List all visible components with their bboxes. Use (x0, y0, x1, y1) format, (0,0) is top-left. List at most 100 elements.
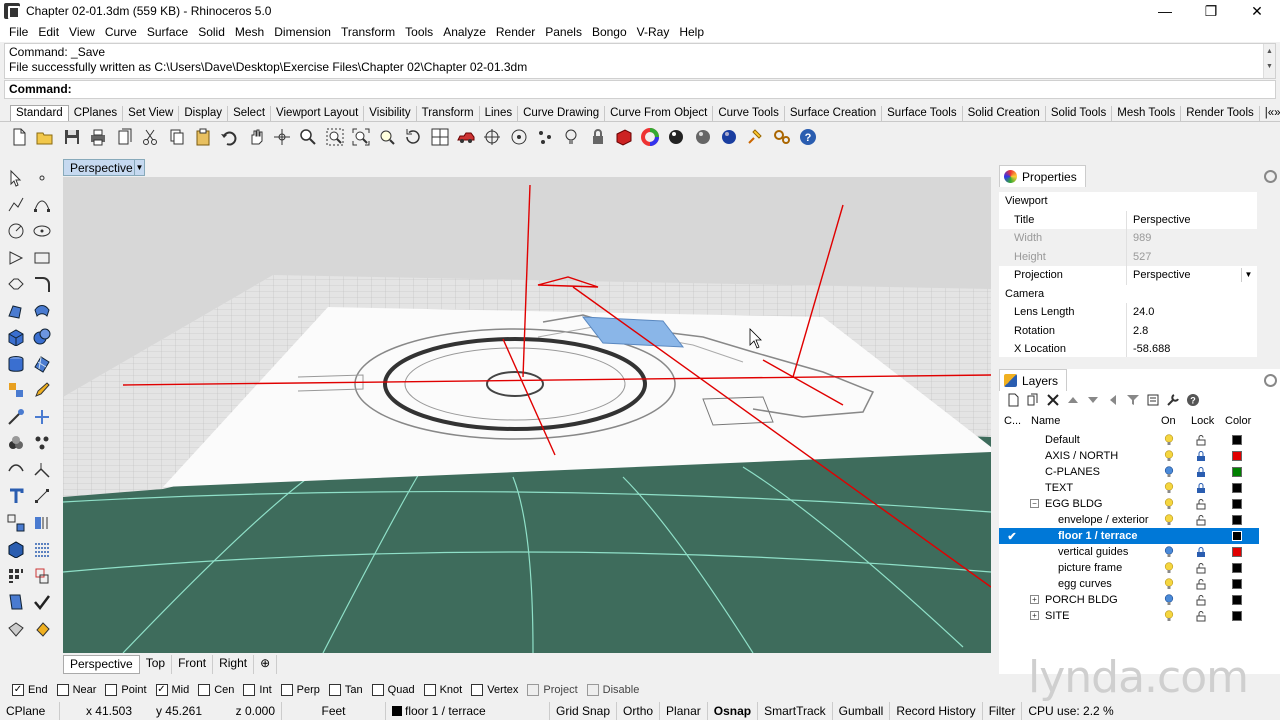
grid-points-icon[interactable] (3, 564, 29, 588)
layer-row[interactable]: + PORCH BLDG (999, 592, 1259, 608)
minimize-button[interactable]: — (1142, 0, 1188, 22)
ortho-toggle[interactable]: Ortho (617, 702, 661, 720)
osnap-perp-checkbox[interactable]: Perp (280, 684, 320, 696)
layer-row-current[interactable]: ✔ floor 1 / terrace (999, 528, 1259, 544)
gear-icon[interactable] (1264, 170, 1277, 183)
copy-icon[interactable] (166, 126, 188, 148)
zoom-window-icon[interactable] (324, 126, 346, 148)
render-box-icon[interactable] (3, 537, 29, 561)
import-icon[interactable] (113, 126, 135, 148)
layer-row[interactable]: picture frame (999, 560, 1259, 576)
layer-row[interactable]: C-PLANES (999, 464, 1259, 480)
hatch-icon[interactable] (29, 537, 55, 561)
layout-icon[interactable] (3, 590, 29, 614)
polyline-icon[interactable] (3, 193, 29, 217)
split-icon[interactable] (3, 458, 29, 482)
menu-vray[interactable]: V-Ray (632, 25, 675, 39)
move-down-icon[interactable] (1083, 391, 1103, 409)
layer-row[interactable]: AXIS / NORTH (999, 448, 1259, 464)
osnap-vertex-checkbox[interactable]: Vertex (471, 684, 518, 696)
box-solid-icon[interactable] (3, 325, 29, 349)
lightbulb-on-icon[interactable] (1164, 562, 1174, 574)
tab-surface-tools[interactable]: Surface Tools (882, 106, 963, 121)
menu-dimension[interactable]: Dimension (269, 25, 336, 39)
zoom-extents-icon[interactable] (350, 126, 372, 148)
undo-icon[interactable] (218, 126, 240, 148)
cut-icon[interactable] (139, 126, 161, 148)
osnap-quad-checkbox[interactable]: Quad (371, 684, 415, 696)
x-location-field[interactable]: -58.688 (1127, 340, 1257, 357)
osnap-end-checkbox[interactable]: ✓ End (12, 684, 48, 696)
osnap-toggle[interactable]: Osnap (708, 702, 759, 720)
chevron-down-icon[interactable]: ▼ (1241, 268, 1255, 282)
column-lock[interactable]: Lock (1191, 415, 1214, 427)
lightbulb-on-icon[interactable] (1164, 450, 1174, 462)
layer-row[interactable]: Default (999, 432, 1259, 448)
lightbulb-off-icon[interactable] (1164, 546, 1174, 558)
column-on[interactable]: On (1161, 415, 1176, 427)
layer-color-swatch[interactable] (1232, 579, 1242, 589)
layer-color-swatch[interactable] (1232, 531, 1242, 541)
lightbulb-off-icon[interactable] (1164, 466, 1174, 478)
zoom-icon[interactable] (297, 126, 319, 148)
layer-row[interactable]: + SITE (999, 608, 1259, 624)
column-current[interactable]: C... (1004, 415, 1021, 427)
tab-render-tools[interactable]: Render Tools (1181, 106, 1260, 121)
pencil-icon[interactable] (29, 378, 55, 402)
explode-icon[interactable] (29, 431, 55, 455)
lock-icon[interactable] (1196, 482, 1206, 494)
delete-layer-icon[interactable] (1043, 391, 1063, 409)
filter-icon[interactable] (1123, 391, 1143, 409)
tab-transform[interactable]: Transform (417, 106, 480, 121)
layer-color-swatch[interactable] (1232, 499, 1242, 509)
osnap-icon[interactable] (481, 126, 503, 148)
unlock-icon[interactable] (1196, 594, 1206, 606)
new-icon[interactable] (8, 126, 30, 148)
tab-curve-tools[interactable]: Curve Tools (713, 106, 785, 121)
lightbulb-on-icon[interactable] (1164, 610, 1174, 622)
layer-color-swatch[interactable] (1232, 611, 1242, 621)
menu-panels[interactable]: Panels (540, 25, 587, 39)
light-icon[interactable] (560, 126, 582, 148)
lightbulb-on-icon[interactable] (1164, 514, 1174, 526)
lens-length-field[interactable]: 24.0 (1127, 303, 1257, 322)
curve-network-icon[interactable] (29, 564, 55, 588)
units-indicator[interactable]: Feet (282, 702, 386, 720)
column-name[interactable]: Name (1031, 415, 1060, 427)
sphere-gray-icon[interactable] (692, 126, 714, 148)
open-icon[interactable] (34, 126, 56, 148)
pan-icon[interactable] (245, 126, 267, 148)
expand-toggle[interactable]: + (1030, 611, 1039, 620)
box-render-icon[interactable] (613, 126, 635, 148)
viewport-title[interactable]: Perspective ▼ (63, 159, 145, 176)
layer-color-swatch[interactable] (1232, 467, 1242, 477)
viewport-title-field[interactable]: Perspective (1127, 211, 1257, 230)
shade-icon[interactable] (3, 617, 29, 641)
join-icon[interactable] (29, 458, 55, 482)
paste-icon[interactable] (192, 126, 214, 148)
menu-analyze[interactable]: Analyze (438, 25, 491, 39)
current-layer-indicator[interactable]: floor 1 / terrace (386, 702, 550, 720)
add-viewport-tab-icon[interactable]: ⊕ (254, 655, 278, 674)
smarttrack-toggle[interactable]: SmartTrack (758, 702, 833, 720)
tab-overflow[interactable]: |«» (1260, 106, 1280, 121)
tab-lines[interactable]: Lines (480, 106, 519, 121)
tab-front[interactable]: Front (172, 655, 214, 674)
tab-curve-from-object[interactable]: Curve From Object (605, 106, 714, 121)
new-layer-icon[interactable] (1003, 391, 1023, 409)
osnap-disable-checkbox[interactable]: Disable (586, 684, 639, 696)
layer-color-swatch[interactable] (1232, 547, 1242, 557)
expand-toggle[interactable]: + (1030, 595, 1039, 604)
save-icon[interactable] (61, 126, 83, 148)
projection-select[interactable]: Perspective ▼ (1127, 266, 1257, 285)
section-icon[interactable] (29, 511, 55, 535)
car-icon[interactable] (455, 126, 477, 148)
tab-solid-creation[interactable]: Solid Creation (963, 106, 1046, 121)
menu-curve[interactable]: Curve (100, 25, 142, 39)
unlock-icon[interactable] (1196, 498, 1206, 510)
osnap-tan-checkbox[interactable]: Tan (328, 684, 363, 696)
osnap-int-checkbox[interactable]: Int (243, 684, 272, 696)
tab-visibility[interactable]: Visibility (364, 106, 417, 121)
unlock-icon[interactable] (1196, 562, 1206, 574)
tab-viewport-layout[interactable]: Viewport Layout (271, 106, 365, 121)
